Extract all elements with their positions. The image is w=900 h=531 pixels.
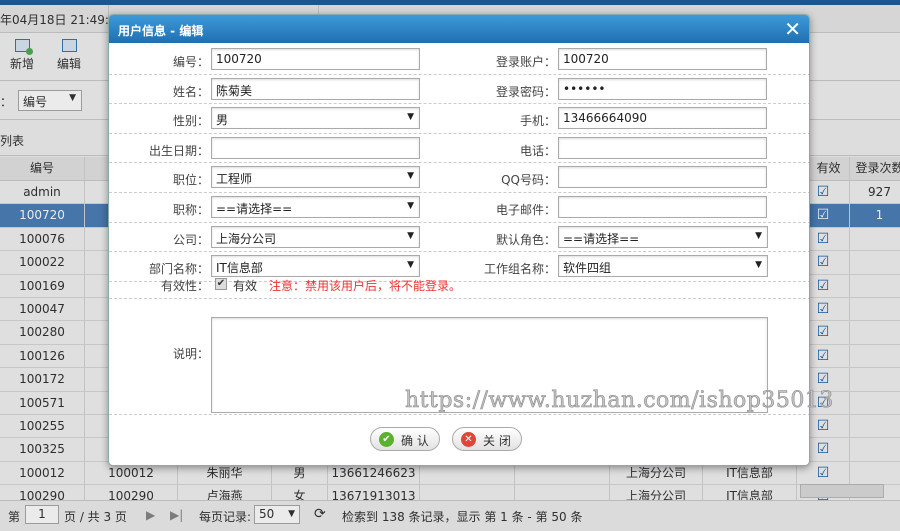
- company-value: 上海分公司: [216, 231, 277, 246]
- password-label: 登录密码：: [495, 84, 556, 99]
- form-row: 出生日期： 电话：: [109, 134, 809, 164]
- valid-label: 有效性：: [160, 279, 209, 293]
- password-value: ••••••: [563, 81, 606, 96]
- gender-select[interactable]: 男 ▼: [211, 107, 420, 130]
- mobile-value: 13466664090: [563, 111, 647, 126]
- company-select[interactable]: 上海分公司 ▼: [211, 225, 420, 248]
- cancel-icon: ✕: [461, 432, 476, 447]
- position-label: 职位：: [172, 173, 209, 188]
- form-row: 职位： 工程师 ▼ QQ号码：: [109, 163, 809, 193]
- valid-checkbox-label: 有效: [233, 279, 258, 293]
- birthday-input[interactable]: [211, 136, 420, 159]
- email-label: 电子邮件：: [495, 203, 556, 217]
- position-value: 工程师: [216, 172, 253, 187]
- name-input[interactable]: 陈菊美: [211, 77, 420, 100]
- password-input[interactable]: ••••••: [558, 77, 767, 100]
- account-label: 登录账户：: [495, 55, 556, 69]
- phone-label: 电话：: [519, 143, 556, 158]
- phone-input[interactable]: [558, 136, 767, 159]
- gender-label: 性别：: [172, 114, 209, 129]
- title-select[interactable]: ==请选择== ▼: [211, 196, 420, 218]
- valid-checkbox[interactable]: ✔: [215, 278, 227, 290]
- id-label: 编号：: [172, 55, 209, 69]
- qq-input[interactable]: [558, 166, 767, 189]
- account-input[interactable]: 100720: [558, 48, 767, 70]
- chevron-down-icon: ▼: [407, 230, 414, 241]
- birthday-label: 出生日期：: [148, 143, 209, 158]
- mobile-label: 手机：: [519, 114, 556, 129]
- company-label: 公司：: [172, 232, 209, 247]
- title-label: 职称：: [172, 203, 209, 217]
- form-row-valid: 有效性： ✔ 有效 注意：禁用该用户后，将不能登录。: [109, 269, 809, 299]
- chevron-down-icon: ▼: [407, 201, 414, 211]
- title-value: ==请选择==: [216, 202, 293, 216]
- id-value: 100720: [216, 52, 262, 66]
- gender-value: 男: [216, 113, 229, 128]
- close-button[interactable]: ✕ 关 闭: [452, 427, 522, 451]
- name-label: 姓名：: [172, 84, 209, 99]
- dialog-title: 用户信息 - 编辑: [109, 15, 809, 43]
- email-input[interactable]: [558, 196, 767, 218]
- chevron-down-icon: ▼: [407, 112, 414, 123]
- account-value: 100720: [563, 52, 609, 66]
- confirm-label: 确 认: [401, 434, 429, 448]
- confirm-button[interactable]: ✔ 确 认: [370, 427, 440, 451]
- mobile-input[interactable]: 13466664090: [558, 107, 767, 130]
- check-icon: ✔: [379, 432, 394, 447]
- close-icon[interactable]: ✕: [784, 17, 801, 41]
- remark-label: 说明：: [172, 347, 209, 361]
- id-input[interactable]: 100720: [211, 48, 420, 70]
- role-select[interactable]: ==请选择== ▼: [558, 225, 768, 248]
- role-label: 默认角色：: [495, 232, 556, 247]
- form-row: 姓名： 陈菊美 登录密码： ••••••: [109, 75, 809, 105]
- name-value: 陈菊美: [216, 83, 253, 98]
- form-row: 编号： 100720 登录账户： 100720: [109, 45, 809, 75]
- form-row: 职称： ==请选择== ▼ 电子邮件：: [109, 193, 809, 223]
- chevron-down-icon: ▼: [407, 171, 414, 182]
- role-value: ==请选择==: [563, 231, 640, 246]
- form-row: 公司： 上海分公司 ▼ 默认角色： ==请选择== ▼: [109, 223, 809, 253]
- close-label: 关 闭: [483, 434, 511, 448]
- valid-note: 注意：禁用该用户后，将不能登录。: [269, 279, 462, 293]
- qq-label: QQ号码：: [501, 173, 556, 188]
- chevron-down-icon: ▼: [755, 230, 762, 241]
- watermark: https://www.huzhan.com/ishop35013: [405, 388, 834, 414]
- form-row: 性别：男 ▼ 手机： 13466664090: [109, 104, 809, 134]
- position-select[interactable]: 工程师 ▼: [211, 166, 420, 189]
